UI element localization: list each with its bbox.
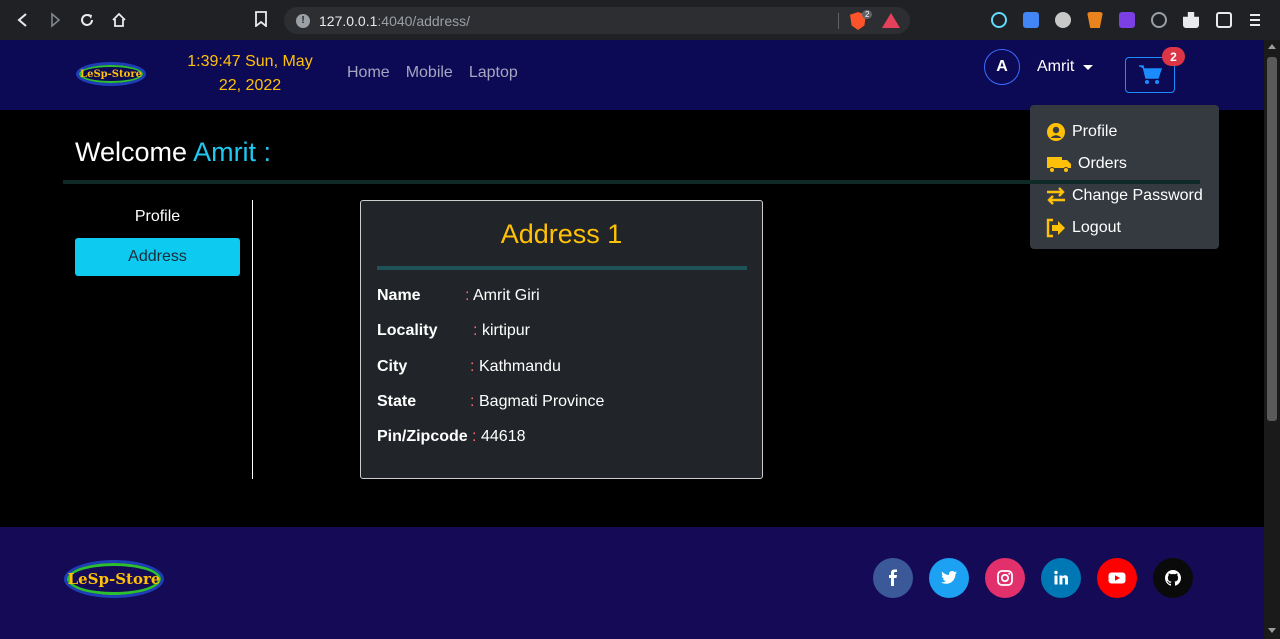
address-colon: : bbox=[470, 358, 475, 375]
clock: 1:39:47 Sun, May 22, 2022 bbox=[187, 53, 313, 94]
brave-rewards-icon[interactable] bbox=[882, 13, 900, 28]
scrollbar-thumb[interactable] bbox=[1267, 57, 1277, 421]
cart-icon bbox=[1139, 65, 1162, 84]
forward-icon[interactable] bbox=[44, 9, 66, 31]
address-row-name: Name : Amrit Giri bbox=[377, 287, 540, 305]
chevron-down-icon[interactable] bbox=[1083, 65, 1093, 70]
extensions-puzzle-icon[interactable] bbox=[1183, 12, 1199, 28]
page-title: Welcome Amrit : bbox=[75, 137, 271, 168]
address-card-divider bbox=[377, 266, 747, 270]
sidebar-item-address[interactable]: Address bbox=[75, 238, 240, 276]
github-icon[interactable] bbox=[1153, 558, 1193, 598]
site-info-icon[interactable]: ! bbox=[296, 13, 310, 28]
bookmark-icon[interactable] bbox=[254, 11, 268, 32]
address-label: City bbox=[377, 358, 408, 375]
browser-toolbar: ! 127.0.0.1:4040/address/ 2 bbox=[0, 0, 1280, 40]
twitter-icon[interactable] bbox=[929, 558, 969, 598]
nav-links: Home Mobile Laptop bbox=[347, 64, 518, 82]
grammarly-icon[interactable] bbox=[1151, 12, 1167, 28]
user-dropdown-menu: Profile Orders Change Password Logout bbox=[1030, 105, 1219, 249]
address-row-city: City : Kathmandu bbox=[377, 358, 561, 376]
back-icon[interactable] bbox=[12, 9, 34, 31]
address-value: Amrit Giri bbox=[473, 287, 540, 304]
address-label: Locality bbox=[377, 322, 438, 339]
user-circle-icon bbox=[1047, 123, 1065, 141]
dropdown-item-label: Logout bbox=[1072, 219, 1121, 236]
address-card-title: Address 1 bbox=[500, 219, 623, 249]
welcome-username: Amrit : bbox=[193, 137, 272, 167]
facebook-icon[interactable] bbox=[873, 558, 913, 598]
react-devtools-icon[interactable] bbox=[991, 12, 1007, 28]
address-row-state: State : Bagmati Province bbox=[377, 393, 604, 411]
footer-logo[interactable]: LeSp-Store bbox=[64, 560, 164, 598]
site-logo[interactable]: LeSp-Store bbox=[76, 62, 146, 86]
exchange-icon bbox=[1047, 187, 1065, 205]
dropdown-item-label: Orders bbox=[1078, 155, 1127, 172]
address-label: State bbox=[377, 393, 417, 410]
sidebar-divider bbox=[252, 200, 253, 479]
scroll-up-arrow-icon[interactable] bbox=[1268, 44, 1276, 49]
wallet-icon[interactable] bbox=[1216, 12, 1232, 28]
address-colon: : bbox=[470, 393, 475, 410]
menu-icon[interactable] bbox=[1249, 12, 1261, 28]
address-label: Name bbox=[377, 287, 421, 304]
address-colon: : bbox=[472, 428, 477, 445]
home-icon[interactable] bbox=[108, 9, 130, 31]
youtube-icon[interactable] bbox=[1097, 558, 1137, 598]
brave-shields-count: 2 bbox=[862, 10, 873, 19]
address-colon: : bbox=[473, 322, 478, 339]
metamask-icon[interactable] bbox=[1087, 12, 1103, 28]
truck-icon bbox=[1047, 157, 1071, 173]
avatar[interactable]: A bbox=[984, 49, 1020, 85]
google-translate-icon[interactable] bbox=[1023, 12, 1039, 28]
welcome-greeting: Welcome bbox=[75, 137, 188, 167]
reload-icon[interactable] bbox=[76, 9, 98, 31]
dropdown-item-orders[interactable]: Orders bbox=[1030, 148, 1219, 180]
logout-icon bbox=[1046, 218, 1065, 238]
nav-link-mobile[interactable]: Mobile bbox=[406, 64, 453, 82]
address-row-zipcode: Pin/Zipcode : 44618 bbox=[377, 428, 526, 446]
address-value: 44618 bbox=[481, 428, 526, 445]
linkedin-icon[interactable] bbox=[1041, 558, 1081, 598]
dropdown-item-label: Profile bbox=[1072, 123, 1118, 140]
address-value: Kathmandu bbox=[479, 358, 561, 375]
address-value: Bagmati Province bbox=[479, 393, 605, 410]
dropdown-item-label: Change Password bbox=[1072, 187, 1203, 204]
cart-count-badge: 2 bbox=[1162, 47, 1185, 66]
instagram-icon[interactable] bbox=[985, 558, 1025, 598]
extension-v-icon[interactable] bbox=[1119, 12, 1135, 28]
divider bbox=[63, 180, 1200, 184]
extension-owl-icon[interactable] bbox=[1055, 12, 1071, 28]
nav-link-laptop[interactable]: Laptop bbox=[469, 64, 518, 82]
nav-link-home[interactable]: Home bbox=[347, 64, 390, 82]
address-value: kirtipur bbox=[482, 322, 531, 339]
address-bar[interactable]: ! 127.0.0.1:4040/address/ 2 bbox=[284, 7, 910, 34]
address-row-locality: Locality : kirtipur bbox=[377, 322, 530, 340]
dropdown-item-change-password[interactable]: Change Password bbox=[1030, 180, 1219, 212]
address-colon: : bbox=[465, 287, 470, 304]
address-label: Pin/Zipcode bbox=[377, 428, 468, 445]
user-menu-toggle[interactable]: Amrit bbox=[1037, 58, 1074, 76]
dropdown-item-logout[interactable]: Logout bbox=[1030, 212, 1219, 244]
dropdown-item-profile[interactable]: Profile bbox=[1030, 116, 1219, 148]
scroll-down-arrow-icon[interactable] bbox=[1268, 628, 1276, 633]
address-card: Address 1 Name : Amrit Giri Locality : k… bbox=[360, 200, 763, 479]
sidebar-item-profile[interactable]: Profile bbox=[75, 208, 240, 226]
url-separator bbox=[838, 13, 839, 29]
url-text[interactable]: 127.0.0.1:4040/address/ bbox=[319, 13, 470, 29]
